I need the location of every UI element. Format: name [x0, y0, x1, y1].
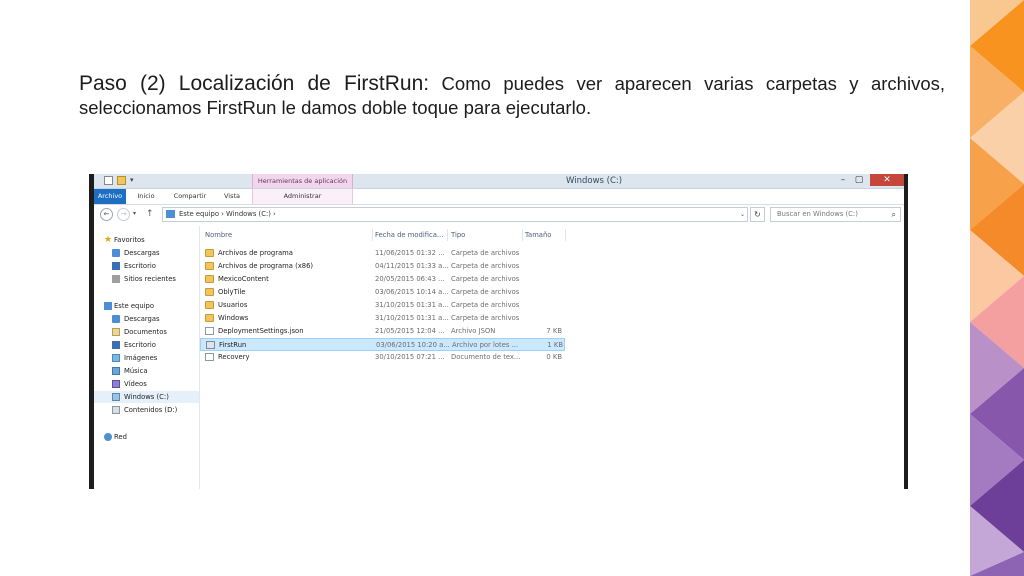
folder-icon [205, 288, 214, 296]
nav-pc-documentos[interactable]: Documentos [94, 326, 199, 338]
table-row[interactable]: Archivos de programa (x86) 04/11/2015 01… [200, 260, 565, 273]
table-row-firstrun-selected[interactable]: FirstRun 03/06/2015 10:20 a... Archivo p… [200, 338, 565, 351]
downloads-icon [112, 249, 120, 257]
search-input[interactable]: Buscar en Windows (C:) ⌕ [770, 207, 901, 222]
recent-places-icon [112, 275, 120, 283]
nav-pc-windows-c[interactable]: Windows (C:) [94, 391, 199, 403]
refresh-button[interactable]: ↻ [750, 207, 765, 222]
desktop-icon [112, 341, 120, 349]
address-input[interactable]: Este equipo › Windows (C:) › ⌄ [162, 207, 748, 222]
nav-pc-contenidos-d[interactable]: Contenidos (D:) [94, 404, 199, 416]
folder-icon [205, 314, 214, 322]
search-icon[interactable]: ⌕ [892, 208, 896, 221]
column-separator[interactable] [522, 229, 523, 241]
forward-button[interactable]: → [117, 208, 130, 221]
batch-file-icon [206, 341, 215, 349]
nav-pc-musica[interactable]: Música [94, 365, 199, 377]
up-arrow-icon[interactable]: ↑ [146, 208, 154, 220]
address-bar-row: ← → ▾ ↑ Este equipo › Windows (C:) › ⌄ ↻… [94, 205, 904, 225]
breadcrumb[interactable]: Este equipo › Windows (C:) › [179, 208, 276, 221]
tab-administrar[interactable]: Administrar [252, 189, 353, 204]
downloads-icon [112, 315, 120, 323]
minimize-button[interactable]: – [836, 174, 850, 186]
window-frame-right [904, 174, 908, 489]
folder-icon [205, 301, 214, 309]
network-icon [104, 433, 112, 441]
decorative-triangle-strip [970, 0, 1024, 576]
table-row[interactable]: OblyTile 03/06/2015 10:14 a... Carpeta d… [200, 286, 565, 299]
nav-pc-imagenes[interactable]: Imágenes [94, 352, 199, 364]
folder-icon [205, 249, 214, 257]
text-file-icon [205, 353, 214, 361]
context-tab-label: Herramientas de aplicación [252, 174, 353, 188]
window-title: Windows (C:) [566, 176, 623, 186]
search-placeholder: Buscar en Windows (C:) [777, 210, 858, 218]
nav-pc-descargas[interactable]: Descargas [94, 313, 199, 325]
table-row[interactable]: Usuarios 31/10/2015 01:31 a... Carpeta d… [200, 299, 565, 312]
documents-icon [112, 328, 120, 336]
page-icon[interactable] [104, 176, 113, 185]
column-header-name[interactable]: Nombre [205, 226, 232, 244]
table-row[interactable]: MexicoContent 20/05/2015 06:43 ... Carpe… [200, 273, 565, 286]
tab-inicio[interactable]: Inicio [134, 189, 158, 204]
title-bar: ▾ Herramientas de aplicación Windows (C:… [94, 174, 904, 189]
chevron-down-icon[interactable]: ⌄ [740, 208, 745, 221]
nav-favorites-descargas[interactable]: Descargas [94, 247, 199, 259]
json-file-icon [205, 327, 214, 335]
column-header-size[interactable]: Tamaño [525, 226, 551, 244]
folder-icon [205, 262, 214, 270]
qat-dropdown-icon[interactable]: ▾ [130, 176, 134, 185]
column-separator[interactable] [372, 229, 373, 241]
computer-icon [104, 302, 112, 310]
nav-favorites-escritorio[interactable]: Escritorio [94, 260, 199, 272]
tab-archivo[interactable]: Archivo [94, 189, 126, 204]
nav-red[interactable]: Red [94, 431, 199, 443]
column-header-type[interactable]: Tipo [451, 226, 465, 244]
table-row[interactable]: DeploymentSettings.json 21/05/2015 12:04… [200, 325, 565, 338]
quick-access-toolbar: ▾ [104, 176, 134, 185]
nav-este-equipo[interactable]: Este equipo [94, 300, 199, 312]
file-list: Nombre Fecha de modifica... Tipo Tamaño … [200, 226, 904, 489]
close-button[interactable]: ✕ [870, 174, 904, 186]
column-separator[interactable] [565, 229, 566, 241]
table-row[interactable]: Archivos de programa 11/06/2015 01:32 ..… [200, 247, 565, 260]
folder-icon [205, 275, 214, 283]
computer-icon [166, 210, 175, 218]
drive-icon [112, 393, 120, 401]
pictures-icon [112, 354, 120, 362]
tab-vista[interactable]: Vista [220, 189, 244, 204]
nav-pc-videos[interactable]: Vídeos [94, 378, 199, 390]
videos-icon [112, 380, 120, 388]
navigation-pane: ★ Favoritos Descargas Escritorio Sitios … [94, 226, 200, 489]
new-folder-icon[interactable] [117, 176, 126, 185]
slide-heading: Paso (2) Localización de FirstRun: [79, 72, 430, 95]
star-icon: ★ [104, 235, 113, 245]
table-row[interactable]: Windows 31/10/2015 01:31 a... Carpeta de… [200, 312, 565, 325]
nav-favorites-sitios-recientes[interactable]: Sitios recientes [94, 273, 199, 285]
ribbon-tabs: Archivo Inicio Compartir Vista Administr… [94, 189, 904, 205]
maximize-button[interactable]: ▢ [852, 174, 866, 186]
table-row[interactable]: Recovery 30/10/2015 07:21 ... Documento … [200, 351, 565, 364]
nav-favoritos[interactable]: ★ Favoritos [94, 234, 199, 246]
slide-caption: Paso (2) Localización de FirstRun: Como … [79, 72, 945, 120]
column-header-date[interactable]: Fecha de modifica... [375, 226, 443, 244]
nav-pc-escritorio[interactable]: Escritorio [94, 339, 199, 351]
desktop-icon [112, 262, 120, 270]
file-explorer-window: ▾ Herramientas de aplicación Windows (C:… [89, 174, 908, 489]
back-button[interactable]: ← [100, 208, 113, 221]
music-icon [112, 367, 120, 375]
column-separator[interactable] [447, 229, 448, 241]
recent-locations-icon[interactable]: ▾ [133, 210, 136, 217]
tab-compartir[interactable]: Compartir [170, 189, 210, 204]
drive-icon [112, 406, 120, 414]
